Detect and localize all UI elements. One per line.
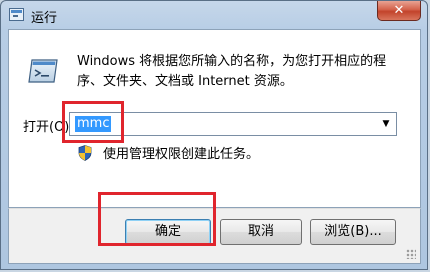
uac-shield-icon [78,145,92,161]
run-program-icon [28,59,58,83]
close-button[interactable]: ✕ [377,1,421,21]
cancel-button[interactable]: 取消 [220,219,302,245]
dropdown-arrow-icon[interactable]: ▼ [380,117,392,131]
browse-button[interactable]: 浏览(B)... [310,219,396,245]
window-title: 运行 [31,11,58,26]
close-icon: ✕ [393,3,405,18]
annotation-highlight-ok [98,192,216,246]
description-text: Windows 将根据您所输入的名称，为您打开相应的程序、文件夹、文档或 Int… [77,54,387,89]
annotation-highlight-input [62,101,124,143]
title-bar[interactable]: 运行 ✕ [1,1,427,29]
run-window-icon [9,8,24,21]
resize-grip[interactable] [406,249,416,259]
admin-note: 使用管理权限创建此任务。 [103,147,260,162]
